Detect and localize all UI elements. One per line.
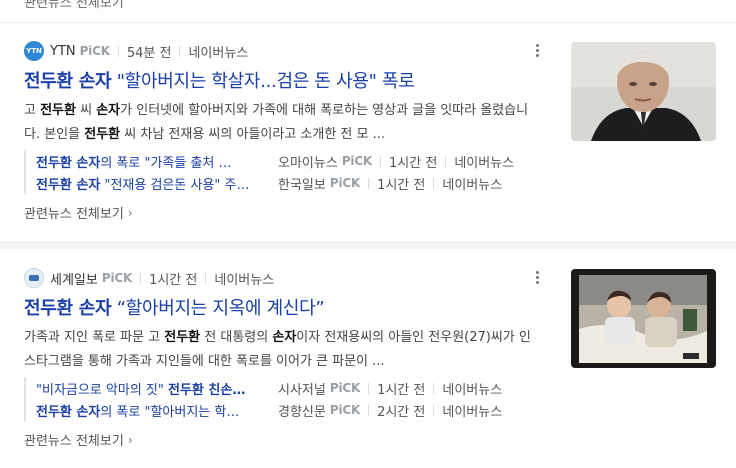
naver-news-link[interactable]: 네이버뉴스 xyxy=(442,174,502,193)
divider xyxy=(368,404,370,416)
related-press-name[interactable]: 한국일보 xyxy=(278,174,326,193)
news-description[interactable]: 고 전두환 씨 손자가 인터넷에 할아버지와 가족에 대해 폭로하는 영상과 글… xyxy=(24,99,534,147)
desc-text: 씨 차남 전재용 씨의 아들이라고 소개한 전 모 ... xyxy=(120,127,386,142)
related-press-name[interactable]: 경향신문 xyxy=(278,401,326,420)
headline-text: "할아버지는 학살자...검은 돈 사용" 폭로 xyxy=(111,71,415,92)
related-news-link[interactable]: "비자금으로 악마의 짓" 전두환 친손… xyxy=(36,379,264,398)
news-description[interactable]: 가족과 지인 폭로 파문 고 전두환 전 대통령의 손자이자 전재용씨의 아들인… xyxy=(24,326,534,374)
pick-badge: PiCK xyxy=(329,381,361,395)
chevron-right-icon: › xyxy=(127,432,133,447)
related-news-link[interactable]: 전두환 손자의 폭로 "할아버지는 학… xyxy=(36,401,264,420)
news-source-row: YTN YTN PiCK 54분 전 네이버뉴스 xyxy=(24,41,248,61)
press-logo-icon[interactable]: YTN xyxy=(24,41,44,61)
pick-badge: PiCK xyxy=(79,44,110,58)
desc-highlight: 손자 xyxy=(96,103,121,118)
related-news-list: "비자금으로 악마의 짓" 전두환 친손… 시사저널 PiCK 1시간 전 네이… xyxy=(24,377,536,421)
divider xyxy=(380,155,382,167)
more-label: 관련뉴스 전체보기 xyxy=(24,207,124,222)
desc-text: 가족과 지인 폭로 파문 고 xyxy=(24,330,165,345)
related-text: "비자금으로 악마의 짓" xyxy=(36,382,168,398)
kebab-menu-icon[interactable] xyxy=(530,268,544,286)
related-news-item: 전두환 손자의 폭로 "할아버지는 학… 경향신문 PiCK 2시간 전 네이버… xyxy=(36,399,536,421)
divider xyxy=(368,177,370,189)
naver-news-link[interactable]: 네이버뉴스 xyxy=(442,379,502,398)
related-news-more-link[interactable]: 관련뉴스 전체보기 › xyxy=(24,430,133,450)
related-text: 의 폭로 "가족들 출처 … xyxy=(100,155,232,171)
desc-highlight: 전두환 xyxy=(164,330,201,345)
divider xyxy=(433,404,435,416)
naver-news-link[interactable]: 네이버뉴스 xyxy=(442,401,502,420)
press-name[interactable]: YTN xyxy=(50,44,76,59)
kebab-menu-icon[interactable] xyxy=(530,41,544,59)
related-press-name[interactable]: 오마이뉴스 xyxy=(278,152,338,171)
news-card: 세계일보 PiCK 1시간 전 네이버뉴스 전두환 손자 “할아버지는 지옥에 … xyxy=(0,250,736,468)
related-highlight: 전두환 손자 xyxy=(36,155,101,171)
timestamp: 1시간 전 xyxy=(377,177,426,193)
divider xyxy=(179,45,181,57)
chevron-right-icon: › xyxy=(127,205,133,220)
timestamp: 1시간 전 xyxy=(389,155,438,171)
headline-highlight: 전두환 손자 xyxy=(24,298,112,319)
related-highlight: 전두환 손자 xyxy=(36,177,101,193)
desc-highlight: 손자 xyxy=(272,330,297,345)
news-source-row: 세계일보 PiCK 1시간 전 네이버뉴스 xyxy=(24,268,274,288)
previous-card-footer: 관련뉴스 전체보기 xyxy=(0,0,736,23)
news-card: YTN YTN PiCK 54분 전 네이버뉴스 전두환 손자 "할아버지는 학… xyxy=(0,23,736,249)
timestamp: 1시간 전 xyxy=(377,382,426,398)
timestamp: 54분 전 xyxy=(126,45,172,61)
related-text: "전재용 검은돈 사용" 주… xyxy=(100,177,250,193)
news-thumbnail[interactable] xyxy=(571,269,716,368)
pick-badge: PiCK xyxy=(329,403,361,417)
divider xyxy=(117,45,119,57)
divider xyxy=(433,177,435,189)
related-source: 한국일보 PiCK 1시간 전 네이버뉴스 xyxy=(278,174,502,193)
related-news-item: 전두환 손자 "전재용 검은돈 사용" 주… 한국일보 PiCK 1시간 전 네… xyxy=(36,172,536,194)
related-highlight: 전두환 손자 xyxy=(36,404,101,420)
desc-highlight: 전두환 xyxy=(40,103,76,118)
related-news-more-link[interactable]: 관련뉴스 전체보기 › xyxy=(24,203,133,223)
headline-text: “할아버지는 지옥에 계신다” xyxy=(111,298,325,319)
press-name[interactable]: 세계일보 xyxy=(50,269,98,288)
related-news-item: 전두환 손자의 폭로 "가족들 출처 … 오마이뉴스 PiCK 1시간 전 네이… xyxy=(36,150,536,172)
news-headline-link[interactable]: 전두환 손자 "할아버지는 학살자...검은 돈 사용" 폭로 xyxy=(24,67,415,93)
desc-text: 전 대통령의 xyxy=(200,330,273,345)
pick-badge: PiCK xyxy=(101,271,133,285)
divider xyxy=(433,382,435,394)
divider xyxy=(368,382,370,394)
timestamp: 1시간 전 xyxy=(149,272,198,288)
related-news-item: "비자금으로 악마의 짓" 전두환 친손… 시사저널 PiCK 1시간 전 네이… xyxy=(36,377,536,399)
related-text: 의 폭로 "할아버지는 학… xyxy=(100,404,240,420)
pick-badge: PiCK xyxy=(341,154,373,168)
related-news-link[interactable]: 전두환 손자 "전재용 검은돈 사용" 주… xyxy=(36,174,264,193)
naver-news-link[interactable]: 네이버뉴스 xyxy=(188,42,248,61)
pick-badge: PiCK xyxy=(329,176,361,190)
headline-highlight: 전두환 손자 xyxy=(24,71,112,92)
news-thumbnail[interactable] xyxy=(571,42,716,141)
more-label: 관련뉴스 전체보기 xyxy=(24,434,124,449)
press-logo-icon[interactable] xyxy=(24,268,44,288)
naver-news-link[interactable]: 네이버뉴스 xyxy=(454,152,514,171)
news-headline-link[interactable]: 전두환 손자 “할아버지는 지옥에 계신다” xyxy=(24,294,325,320)
related-source: 경향신문 PiCK 2시간 전 네이버뉴스 xyxy=(278,401,502,420)
timestamp: 2시간 전 xyxy=(377,404,426,420)
related-source: 시사저널 PiCK 1시간 전 네이버뉴스 xyxy=(278,379,502,398)
desc-highlight: 전두환 xyxy=(84,127,121,142)
related-source: 오마이뉴스 PiCK 1시간 전 네이버뉴스 xyxy=(278,152,514,171)
desc-text: 씨 xyxy=(75,103,97,118)
related-press-name[interactable]: 시사저널 xyxy=(278,379,326,398)
related-news-list: 전두환 손자의 폭로 "가족들 출처 … 오마이뉴스 PiCK 1시간 전 네이… xyxy=(24,150,536,194)
naver-news-link[interactable]: 네이버뉴스 xyxy=(214,269,274,288)
related-news-link[interactable]: 전두환 손자의 폭로 "가족들 출처 … xyxy=(36,152,264,171)
divider xyxy=(205,272,207,284)
divider xyxy=(445,155,447,167)
desc-text: 고 xyxy=(24,103,41,118)
related-news-more-link[interactable]: 관련뉴스 전체보기 xyxy=(24,0,124,11)
related-highlight: 전두환 친손… xyxy=(168,382,246,398)
divider xyxy=(140,272,142,284)
